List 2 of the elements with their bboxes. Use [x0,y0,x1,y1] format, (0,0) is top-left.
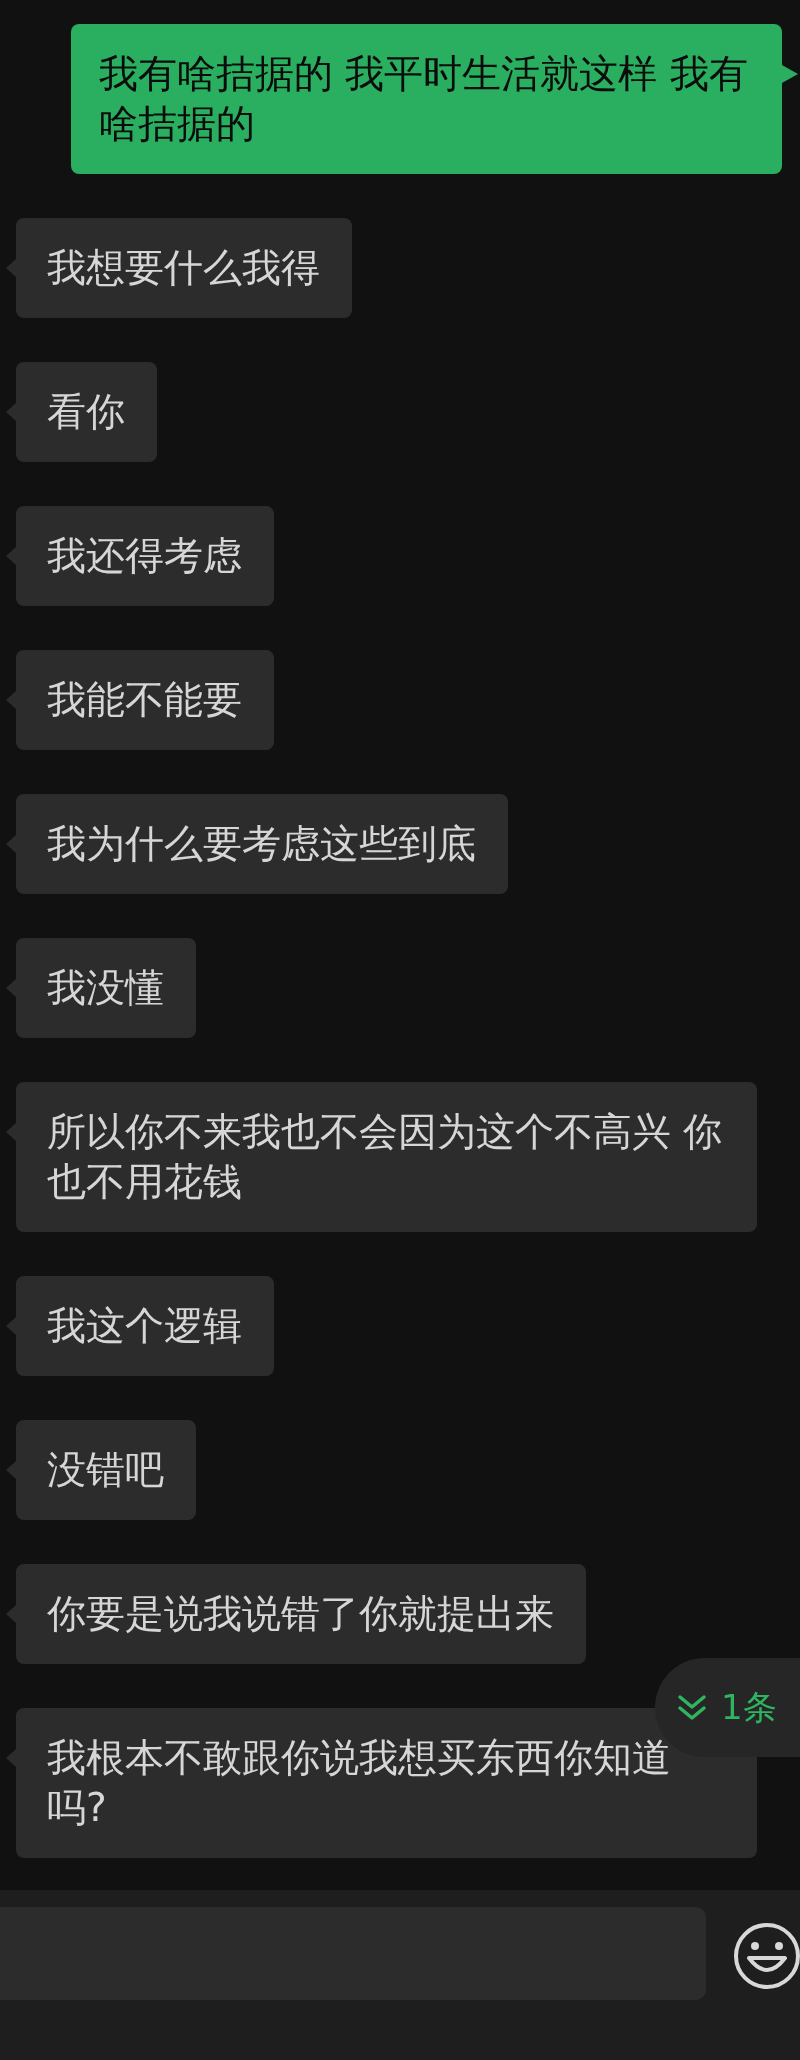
double-chevron-down-icon [677,1693,707,1722]
emoji-icon[interactable] [733,1922,800,1990]
